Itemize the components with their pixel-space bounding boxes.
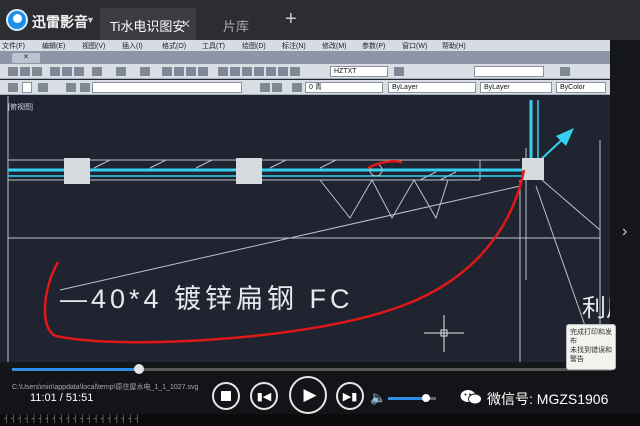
player-title-bar: 迅雷影音 ▼ Ti水电识图安 ✕ 片库 + xyxy=(0,0,640,40)
volume-slider[interactable] xyxy=(388,394,436,402)
diagonal-wall xyxy=(541,179,601,231)
xunlei-logo-icon[interactable] xyxy=(6,9,28,31)
annotation-text: —40*4 镀锌扁钢 FC xyxy=(60,284,354,314)
add-tab-icon[interactable]: + xyxy=(285,8,297,31)
previous-button[interactable]: ▮◀ xyxy=(250,382,278,410)
close-icon[interactable]: ✕ xyxy=(181,17,191,31)
zigzag-hatch xyxy=(319,178,449,220)
support-block xyxy=(64,158,90,184)
skip-forward-icon: ▶▮ xyxy=(342,390,358,403)
play-icon: ▶ xyxy=(303,385,317,404)
red-pen-mark xyxy=(367,160,403,170)
video-side-bar xyxy=(610,40,640,370)
progress-fill xyxy=(12,368,140,371)
watermark-text: 微信号: MGZS1906 xyxy=(487,391,609,407)
stop-icon xyxy=(221,391,231,401)
red-pen-annotation xyxy=(43,169,526,344)
chevron-down-icon[interactable]: ▼ xyxy=(86,15,95,25)
tab-library[interactable]: 片库 xyxy=(198,8,274,40)
volume-handle[interactable] xyxy=(422,394,431,402)
bottom-thumbnail-strip: ┤ ┤ ┤ ┤ ┤ ┤ ┤ ┤ ┤ ┤ ┤ ┤ ┤ ┤ ┤ ┤ ┤ ┤ ┤ ┤ xyxy=(0,414,640,426)
progress-handle[interactable] xyxy=(134,364,145,374)
tab-video[interactable]: Ti水电识图安 ✕ xyxy=(100,8,196,40)
stop-button[interactable] xyxy=(212,382,240,410)
cad-drawing: —40*4 镀锌扁钢 FC 利用 xyxy=(7,96,610,370)
notification-body: 未找到错误和警告 xyxy=(570,347,612,363)
chevron-right-icon[interactable]: › xyxy=(622,223,627,241)
time-display: 11:01 / 51:51 xyxy=(30,392,94,404)
cad-crosshair-cursor xyxy=(424,315,464,352)
progress-bar[interactable] xyxy=(12,364,612,374)
tab-library-label: 片库 xyxy=(222,19,249,34)
next-button[interactable]: ▶▮ xyxy=(336,382,364,410)
app-name[interactable]: 迅雷影音 xyxy=(32,12,88,32)
right-annotation-text: 利用 xyxy=(582,295,610,322)
play-button[interactable]: ▶ xyxy=(289,376,327,414)
plot-notification-popup[interactable]: 完成打印和发布 未找到错误和警告 xyxy=(566,324,616,370)
video-frame[interactable]: 文件(F) 编辑(E) 视图(V) 插入(I) 格式(O) 工具(T) 绘图(D) 标注(N)… xyxy=(0,40,640,370)
volume-fill xyxy=(388,397,427,400)
notification-title: 完成打印和发布 xyxy=(570,329,612,345)
skip-back-icon: ▮◀ xyxy=(256,390,272,403)
corner-block xyxy=(522,158,544,180)
support-block xyxy=(236,158,262,184)
wechat-icon xyxy=(460,390,482,405)
volume-icon[interactable]: 🔈 xyxy=(370,390,386,406)
tab-video-label: Ti水电识图安 xyxy=(110,19,186,34)
